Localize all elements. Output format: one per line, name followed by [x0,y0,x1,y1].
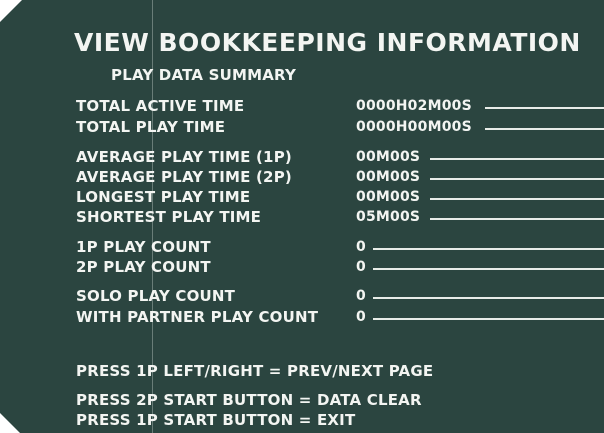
row-value-solo-play-count: 0 [356,288,366,304]
instruction-exit: PRESS 1P START BUTTON = EXIT [76,411,356,429]
row-value-longest-play-time: 00M00S [356,189,421,205]
row-label-2p-play-count: 2P PLAY COUNT [76,258,211,276]
row-label-total-active-time: TOTAL ACTIVE TIME [76,97,245,115]
row-label-average-play-time-1p: AVERAGE PLAY TIME (1P) [76,148,292,166]
crt-screen: VIEW BOOKKEEPING INFORMATION PLAY DATA S… [0,0,604,433]
leader-line [373,318,604,320]
screen-corner [0,413,20,433]
leader-line [430,198,604,200]
page-title: VIEW BOOKKEEPING INFORMATION [74,28,581,57]
row-label-longest-play-time: LONGEST PLAY TIME [76,188,251,206]
row-value-shortest-play-time: 05M00S [356,209,421,225]
row-value-2p-play-count: 0 [356,259,366,275]
row-label-shortest-play-time: SHORTEST PLAY TIME [76,208,262,226]
row-label-average-play-time-2p: AVERAGE PLAY TIME (2P) [76,168,292,186]
row-value-average-play-time-2p: 00M00S [356,169,421,185]
instruction-page-nav: PRESS 1P LEFT/RIGHT = PREV/NEXT PAGE [76,362,434,380]
leader-line [430,178,604,180]
leader-line [485,107,604,109]
row-value-average-play-time-1p: 00M00S [356,149,421,165]
leader-line [373,248,604,250]
screen-corner [0,0,22,22]
row-value-with-partner-play-count: 0 [356,309,366,325]
leader-line [430,158,604,160]
row-label-total-play-time: TOTAL PLAY TIME [76,118,226,136]
instruction-data-clear: PRESS 2P START BUTTON = DATA CLEAR [76,391,422,409]
row-label-solo-play-count: SOLO PLAY COUNT [76,287,236,305]
leader-line [485,128,604,130]
row-label-1p-play-count: 1P PLAY COUNT [76,238,211,256]
row-value-1p-play-count: 0 [356,239,366,255]
leader-line [373,297,604,299]
section-subtitle: PLAY DATA SUMMARY [111,66,297,84]
row-value-total-active-time: 0000H02M00S [356,98,472,114]
leader-line [373,268,604,270]
row-label-with-partner-play-count: WITH PARTNER PLAY COUNT [76,308,319,326]
leader-line [430,218,604,220]
row-value-total-play-time: 0000H00M00S [356,119,472,135]
